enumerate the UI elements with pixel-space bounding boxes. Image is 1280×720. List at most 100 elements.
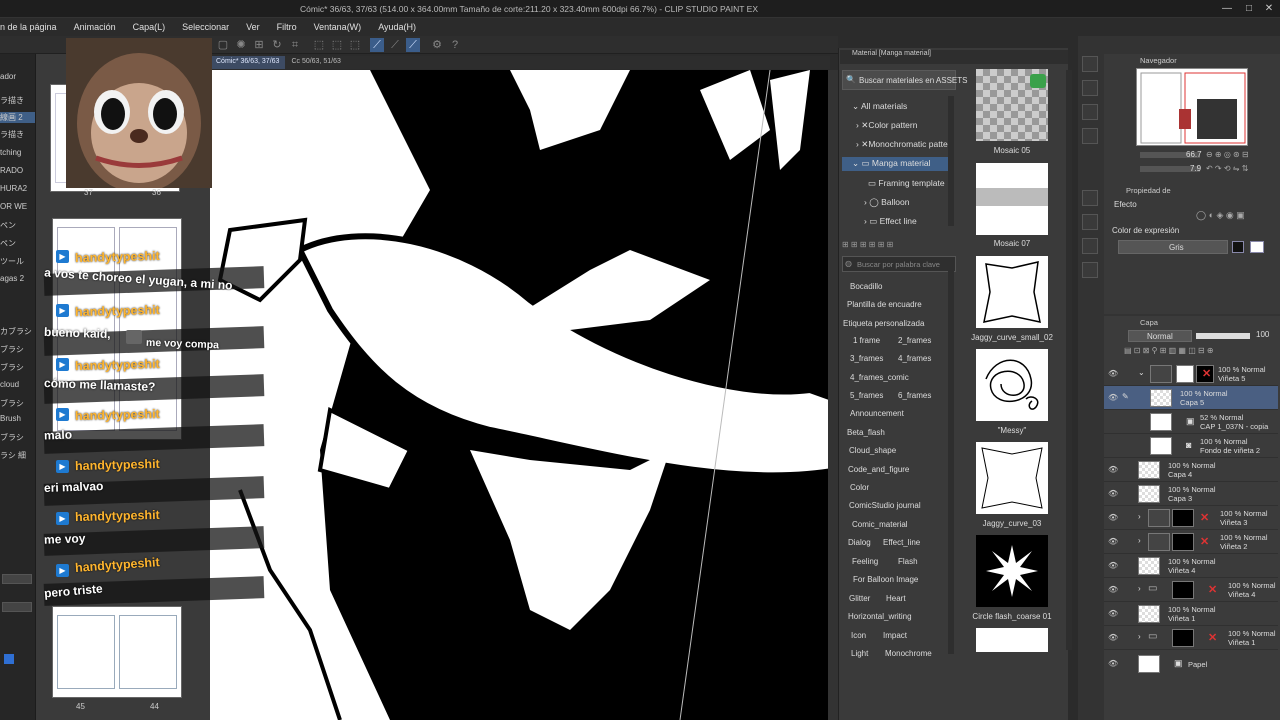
layer-row[interactable]: 👁 › ✕ 100 % Normal Viñeta 2 [1104, 530, 1278, 554]
tag-item[interactable]: Glitter [849, 594, 870, 603]
main-color-swatch[interactable] [4, 654, 14, 664]
gear-icon[interactable]: ✺ [234, 38, 248, 52]
eye-icon[interactable]: 👁 [1108, 369, 1118, 378]
tag-item[interactable]: Comic_material [852, 520, 908, 529]
doc-tab[interactable]: Cc 50/63, 51/63 [285, 56, 346, 69]
tree-item[interactable]: ⌄ All materials [852, 101, 907, 112]
subtool-item[interactable]: HURA2 [0, 184, 35, 193]
subtool-item[interactable]: ブラシ [0, 344, 35, 355]
tree-item-selected[interactable]: ⌄ ▭ Manga material [842, 157, 950, 171]
tag-scrollbar[interactable] [948, 270, 954, 654]
tree-item[interactable]: › ✕Color pattern [856, 120, 917, 131]
tag-item[interactable]: Horizontal_writing [848, 612, 912, 621]
tag-item[interactable]: 6_frames [898, 391, 931, 400]
subtool-item[interactable]: ラシ 細 [0, 450, 35, 461]
color-white-swatch[interactable] [1250, 241, 1264, 253]
deselect-icon[interactable]: ⬚ [330, 38, 344, 52]
panel-toggle-icon[interactable] [1082, 56, 1098, 72]
layer-toolbar[interactable]: ▤ ⊡ ⊠ ⚲ ⊞ ▥ ▦ ◫ ⊟ ⊕ [1124, 346, 1214, 355]
eye-icon[interactable]: 👁 [1108, 659, 1118, 668]
subtool-item[interactable]: agas 2 [0, 274, 35, 283]
subtool-item[interactable]: カブラシ [0, 326, 35, 337]
eye-icon[interactable]: 👁 [1108, 585, 1118, 594]
transform-icon[interactable]: ⊞ [252, 38, 266, 52]
drawing-canvas[interactable] [210, 70, 838, 720]
menu-ver[interactable]: Ver [246, 22, 260, 32]
layer-row[interactable]: 👁 › ✕ 100 % Normal Viñeta 3 [1104, 506, 1278, 530]
crop-icon[interactable]: ⌗ [288, 38, 302, 52]
tag-item[interactable]: Heart [886, 594, 906, 603]
layer-row[interactable]: 👁 100 % Normal Viñeta 4 [1104, 554, 1278, 578]
layer-row[interactable]: 👁 › ▭ ✕ 100 % Normal Viñeta 4 [1104, 578, 1278, 602]
tag-item[interactable]: 5_frames [850, 391, 883, 400]
expand-icon[interactable]: › [1138, 536, 1141, 545]
canvas-vertical-scrollbar[interactable] [828, 70, 838, 720]
layer-row[interactable]: ▣ 52 % Normal CAP 1_037N - copia [1104, 410, 1278, 434]
menu-ayuda[interactable]: Ayuda(H) [378, 22, 416, 32]
tree-item[interactable]: › ▭ Effect line [864, 216, 917, 227]
snap-grid-icon[interactable]: ⟋ [406, 38, 420, 52]
snap-special-ruler-icon[interactable]: ⟋ [388, 38, 402, 52]
material-tile[interactable] [976, 349, 1048, 421]
tag-item[interactable]: Icon [851, 631, 866, 640]
snap-ruler-icon[interactable]: ⟋ [370, 38, 384, 52]
keyword-search-input[interactable]: Buscar por palabra clave [842, 256, 956, 272]
page-thumbnail[interactable] [52, 606, 182, 698]
rotate-controls[interactable]: ↶ ↷ ⟲ ⇋ ⇅ [1206, 164, 1248, 173]
doc-tab-active[interactable]: Cómic* 36/63, 37/63 [210, 56, 286, 69]
tag-item[interactable]: Etiqueta personalizada [843, 319, 924, 328]
menu-filtro[interactable]: Filtro [277, 22, 297, 32]
panel-toggle-icon[interactable] [1082, 190, 1098, 206]
eye-icon[interactable]: 👁 [1108, 465, 1118, 474]
minimize-button[interactable]: — [1220, 2, 1234, 16]
tag-item[interactable]: Flash [898, 557, 918, 566]
tag-item[interactable]: 3_frames [850, 354, 883, 363]
eye-icon[interactable]: 👁 [1108, 489, 1118, 498]
close-button[interactable]: ✕ [1262, 2, 1276, 16]
subtool-item[interactable]: ador [0, 72, 35, 81]
panel-toggle-icon[interactable] [1082, 128, 1098, 144]
eye-icon[interactable]: 👁 [1108, 513, 1118, 522]
tag-item[interactable]: 2_frames [898, 336, 931, 345]
tree-scrollbar[interactable] [948, 96, 954, 226]
tag-item[interactable]: 1 frame [853, 336, 880, 345]
tag-item[interactable]: Dialog [848, 538, 871, 547]
eye-icon[interactable]: 👁 [1108, 537, 1118, 546]
subtool-item[interactable]: Brush [0, 414, 35, 423]
panel-toggle-icon[interactable] [1082, 104, 1098, 120]
subtool-item[interactable]: cloud [0, 380, 35, 389]
tag-item[interactable]: Cloud_shape [849, 446, 896, 455]
subtool-item[interactable]: ブラシ [0, 362, 35, 373]
help-icon[interactable]: ? [448, 38, 462, 52]
subtool-item[interactable]: ペン [0, 220, 35, 231]
panel-toggle-icon[interactable] [1082, 238, 1098, 254]
tag-item[interactable]: Code_and_figure [848, 465, 909, 474]
layer-row[interactable]: 👁 ⌄ ✕ 100 % Normal Viñeta 5 [1104, 362, 1278, 386]
expand-icon[interactable]: ⌄ [1138, 368, 1145, 377]
expand-icon[interactable]: › [1138, 512, 1141, 521]
material-tile[interactable] [976, 256, 1048, 328]
rotate-icon[interactable]: ↻ [270, 38, 284, 52]
settings-icon[interactable]: ⚙ [430, 38, 444, 52]
eye-icon[interactable]: 👁 [1108, 393, 1118, 402]
color-black-swatch[interactable] [1232, 241, 1244, 253]
tag-item[interactable]: Effect_line [883, 538, 920, 547]
layer-row[interactable]: 👁 ▣ Papel [1104, 652, 1278, 676]
tag-item[interactable]: Color [850, 483, 869, 492]
layer-row[interactable]: 👁 100 % Normal Capa 3 [1104, 482, 1278, 506]
panel-toggle-icon[interactable] [1082, 80, 1098, 96]
subtool-item[interactable]: OR WE [0, 202, 35, 211]
blend-mode-select[interactable]: Normal [1128, 330, 1192, 342]
tag-item[interactable]: Impact [883, 631, 907, 640]
tree-item[interactable]: › ✕Monochromatic patte [856, 139, 948, 150]
subtool-item[interactable]: ラ描き [0, 95, 35, 106]
menu-ventana[interactable]: Ventana(W) [314, 22, 362, 32]
select-all-icon[interactable]: ⬚ [312, 38, 326, 52]
tag-item[interactable]: Monochrome [885, 649, 932, 658]
effect-mode-icons[interactable]: ◯ ◐ ◈ ◉ ▣ [1196, 210, 1245, 221]
tree-item[interactable]: › ◯ Balloon [864, 197, 909, 208]
material-tile[interactable] [976, 535, 1048, 607]
subtool-item[interactable]: ブラシ [0, 398, 35, 409]
tree-item[interactable]: ▭ Framing template [868, 178, 945, 189]
expand-icon[interactable]: › [1138, 584, 1141, 593]
